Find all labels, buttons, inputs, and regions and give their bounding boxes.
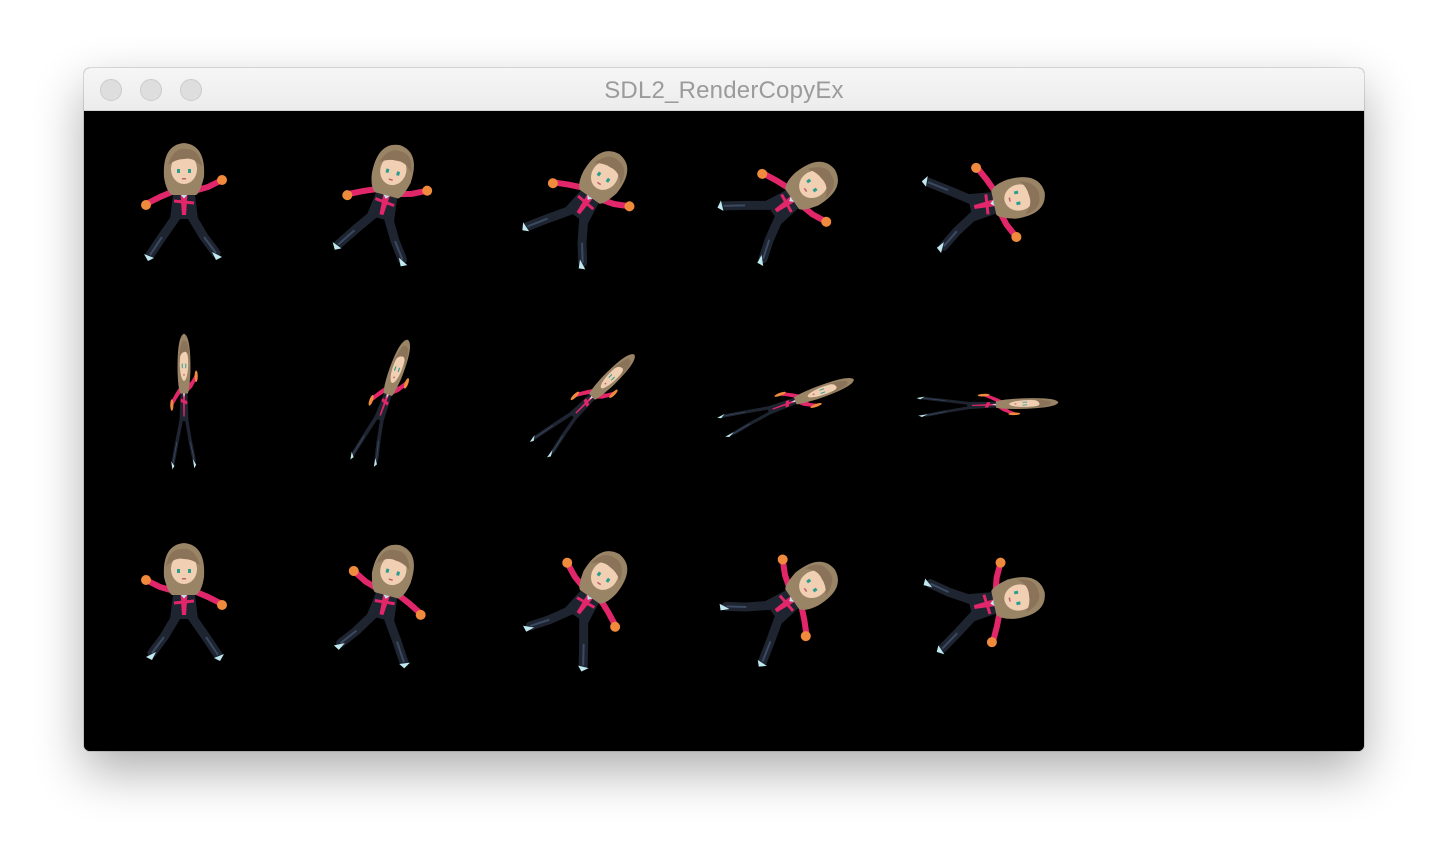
window-title: SDL2_RenderCopyEx [604,77,844,104]
character-sprite [504,525,664,685]
render-canvas[interactable] [84,111,1364,751]
character-sprite [504,125,664,285]
app-window: SDL2_RenderCopyEx [84,68,1364,751]
character-sprite [304,525,464,685]
character-sprite [104,125,264,285]
character-sprite [904,125,1064,285]
character-sprite [104,325,264,485]
character-sprite [504,325,664,485]
character-sprite [904,325,1064,485]
character-sprite [104,525,264,685]
title-bar[interactable]: SDL2_RenderCopyEx [84,68,1364,111]
character-sprite [304,125,464,285]
character-sprite [704,525,864,685]
character-sprite [704,125,864,285]
character-sprite [304,325,464,485]
character-sprite [704,325,864,485]
character-sprite [904,525,1064,685]
